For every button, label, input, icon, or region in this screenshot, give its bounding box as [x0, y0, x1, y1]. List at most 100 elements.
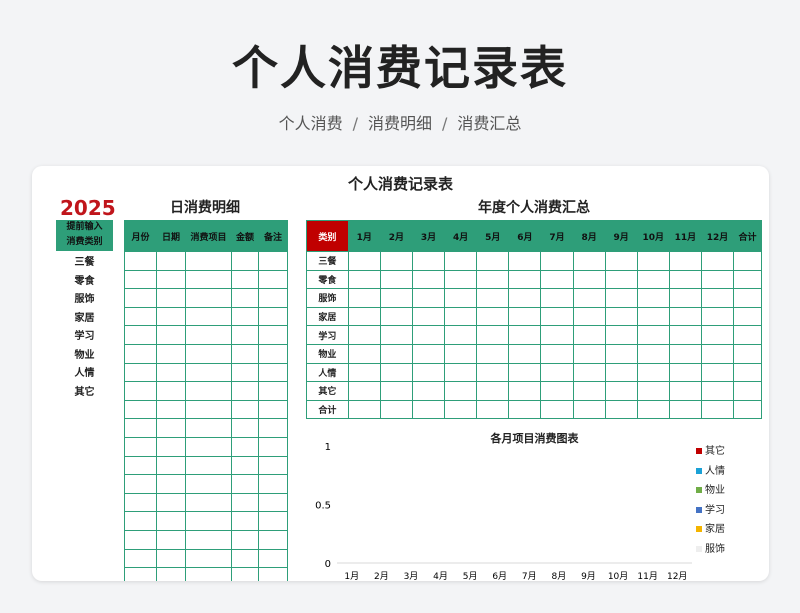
- table-cell[interactable]: [668, 288, 702, 308]
- table-cell[interactable]: [124, 288, 157, 308]
- table-cell[interactable]: [231, 343, 259, 364]
- table-cell[interactable]: [508, 343, 542, 364]
- table-cell[interactable]: [604, 288, 638, 308]
- table-cell[interactable]: [444, 343, 478, 364]
- table-cell[interactable]: [124, 511, 157, 531]
- table-cell[interactable]: [156, 529, 186, 550]
- table-cell[interactable]: [185, 399, 232, 420]
- table-cell[interactable]: [156, 381, 186, 401]
- table-cell[interactable]: [185, 288, 232, 308]
- table-cell[interactable]: [444, 306, 478, 327]
- table-cell[interactable]: [185, 548, 232, 569]
- table-cell[interactable]: [156, 399, 186, 420]
- table-cell[interactable]: [668, 343, 702, 364]
- table-cell[interactable]: [231, 362, 259, 383]
- table-cell[interactable]: [379, 251, 413, 271]
- table-cell[interactable]: [185, 492, 232, 513]
- table-cell[interactable]: [231, 288, 259, 308]
- table-cell[interactable]: [733, 306, 762, 327]
- table-cell[interactable]: [636, 399, 670, 420]
- table-cell[interactable]: [636, 343, 670, 364]
- table-cell[interactable]: [540, 399, 574, 420]
- category-item[interactable]: 物业: [56, 347, 113, 366]
- table-cell[interactable]: [411, 325, 446, 345]
- table-cell[interactable]: [668, 251, 702, 271]
- table-cell[interactable]: [124, 529, 157, 550]
- table-cell[interactable]: [700, 343, 735, 364]
- table-cell[interactable]: [231, 306, 259, 327]
- table-cell[interactable]: [156, 306, 186, 327]
- table-cell[interactable]: [411, 251, 446, 271]
- table-cell[interactable]: [231, 436, 259, 457]
- table-cell[interactable]: [733, 269, 762, 290]
- table-cell[interactable]: [124, 492, 157, 513]
- table-cell[interactable]: [185, 511, 232, 531]
- table-cell[interactable]: [156, 269, 186, 290]
- table-cell[interactable]: [258, 529, 288, 550]
- table-cell[interactable]: [540, 381, 574, 401]
- table-cell[interactable]: [540, 288, 574, 308]
- table-cell[interactable]: [604, 325, 638, 345]
- table-cell[interactable]: [508, 269, 542, 290]
- table-cell[interactable]: [700, 306, 735, 327]
- table-cell[interactable]: [540, 251, 574, 271]
- table-cell[interactable]: [124, 455, 157, 476]
- table-cell[interactable]: [185, 306, 232, 327]
- table-cell[interactable]: [572, 325, 606, 345]
- table-cell[interactable]: [540, 325, 574, 345]
- table-cell[interactable]: [258, 492, 288, 513]
- table-cell[interactable]: [231, 529, 259, 550]
- table-cell[interactable]: [604, 381, 638, 401]
- table-cell[interactable]: [733, 251, 762, 271]
- table-cell[interactable]: [156, 492, 186, 513]
- table-cell[interactable]: [733, 362, 762, 383]
- table-cell[interactable]: [444, 399, 478, 420]
- table-cell[interactable]: [733, 399, 762, 420]
- table-cell[interactable]: [476, 399, 510, 420]
- table-cell[interactable]: [540, 306, 574, 327]
- table-cell[interactable]: [347, 269, 381, 290]
- table-cell[interactable]: [185, 269, 232, 290]
- table-cell[interactable]: [733, 288, 762, 308]
- table-cell[interactable]: [604, 251, 638, 271]
- table-cell[interactable]: [156, 418, 186, 438]
- table-cell[interactable]: [347, 306, 381, 327]
- table-cell[interactable]: [668, 306, 702, 327]
- table-cell[interactable]: [156, 548, 186, 569]
- table-cell[interactable]: [156, 325, 186, 345]
- table-cell[interactable]: [347, 288, 381, 308]
- table-cell[interactable]: [124, 399, 157, 420]
- table-cell[interactable]: [124, 436, 157, 457]
- table-cell[interactable]: [124, 343, 157, 364]
- table-cell[interactable]: [185, 474, 232, 494]
- table-cell[interactable]: [668, 399, 702, 420]
- table-cell[interactable]: [379, 343, 413, 364]
- table-cell[interactable]: [733, 325, 762, 345]
- table-cell[interactable]: [411, 362, 446, 383]
- table-cell[interactable]: [258, 511, 288, 531]
- table-cell[interactable]: [444, 269, 478, 290]
- table-cell[interactable]: [156, 436, 186, 457]
- table-cell[interactable]: [540, 269, 574, 290]
- table-cell[interactable]: [572, 381, 606, 401]
- table-cell[interactable]: [411, 343, 446, 364]
- table-cell[interactable]: [444, 251, 478, 271]
- table-cell[interactable]: [700, 269, 735, 290]
- table-cell[interactable]: [636, 381, 670, 401]
- table-cell[interactable]: [668, 325, 702, 345]
- table-cell[interactable]: [379, 306, 413, 327]
- table-cell[interactable]: [231, 418, 259, 438]
- table-cell[interactable]: [185, 567, 232, 581]
- table-cell[interactable]: [231, 567, 259, 581]
- table-cell[interactable]: [231, 511, 259, 531]
- table-cell[interactable]: [124, 548, 157, 569]
- table-cell[interactable]: [231, 325, 259, 345]
- table-cell[interactable]: [604, 399, 638, 420]
- table-cell[interactable]: [258, 474, 288, 494]
- nav-item-personal[interactable]: 个人消费: [279, 114, 343, 133]
- table-cell[interactable]: [124, 362, 157, 383]
- table-cell[interactable]: [185, 325, 232, 345]
- table-cell[interactable]: [258, 251, 288, 271]
- table-cell[interactable]: [231, 492, 259, 513]
- table-cell[interactable]: [572, 343, 606, 364]
